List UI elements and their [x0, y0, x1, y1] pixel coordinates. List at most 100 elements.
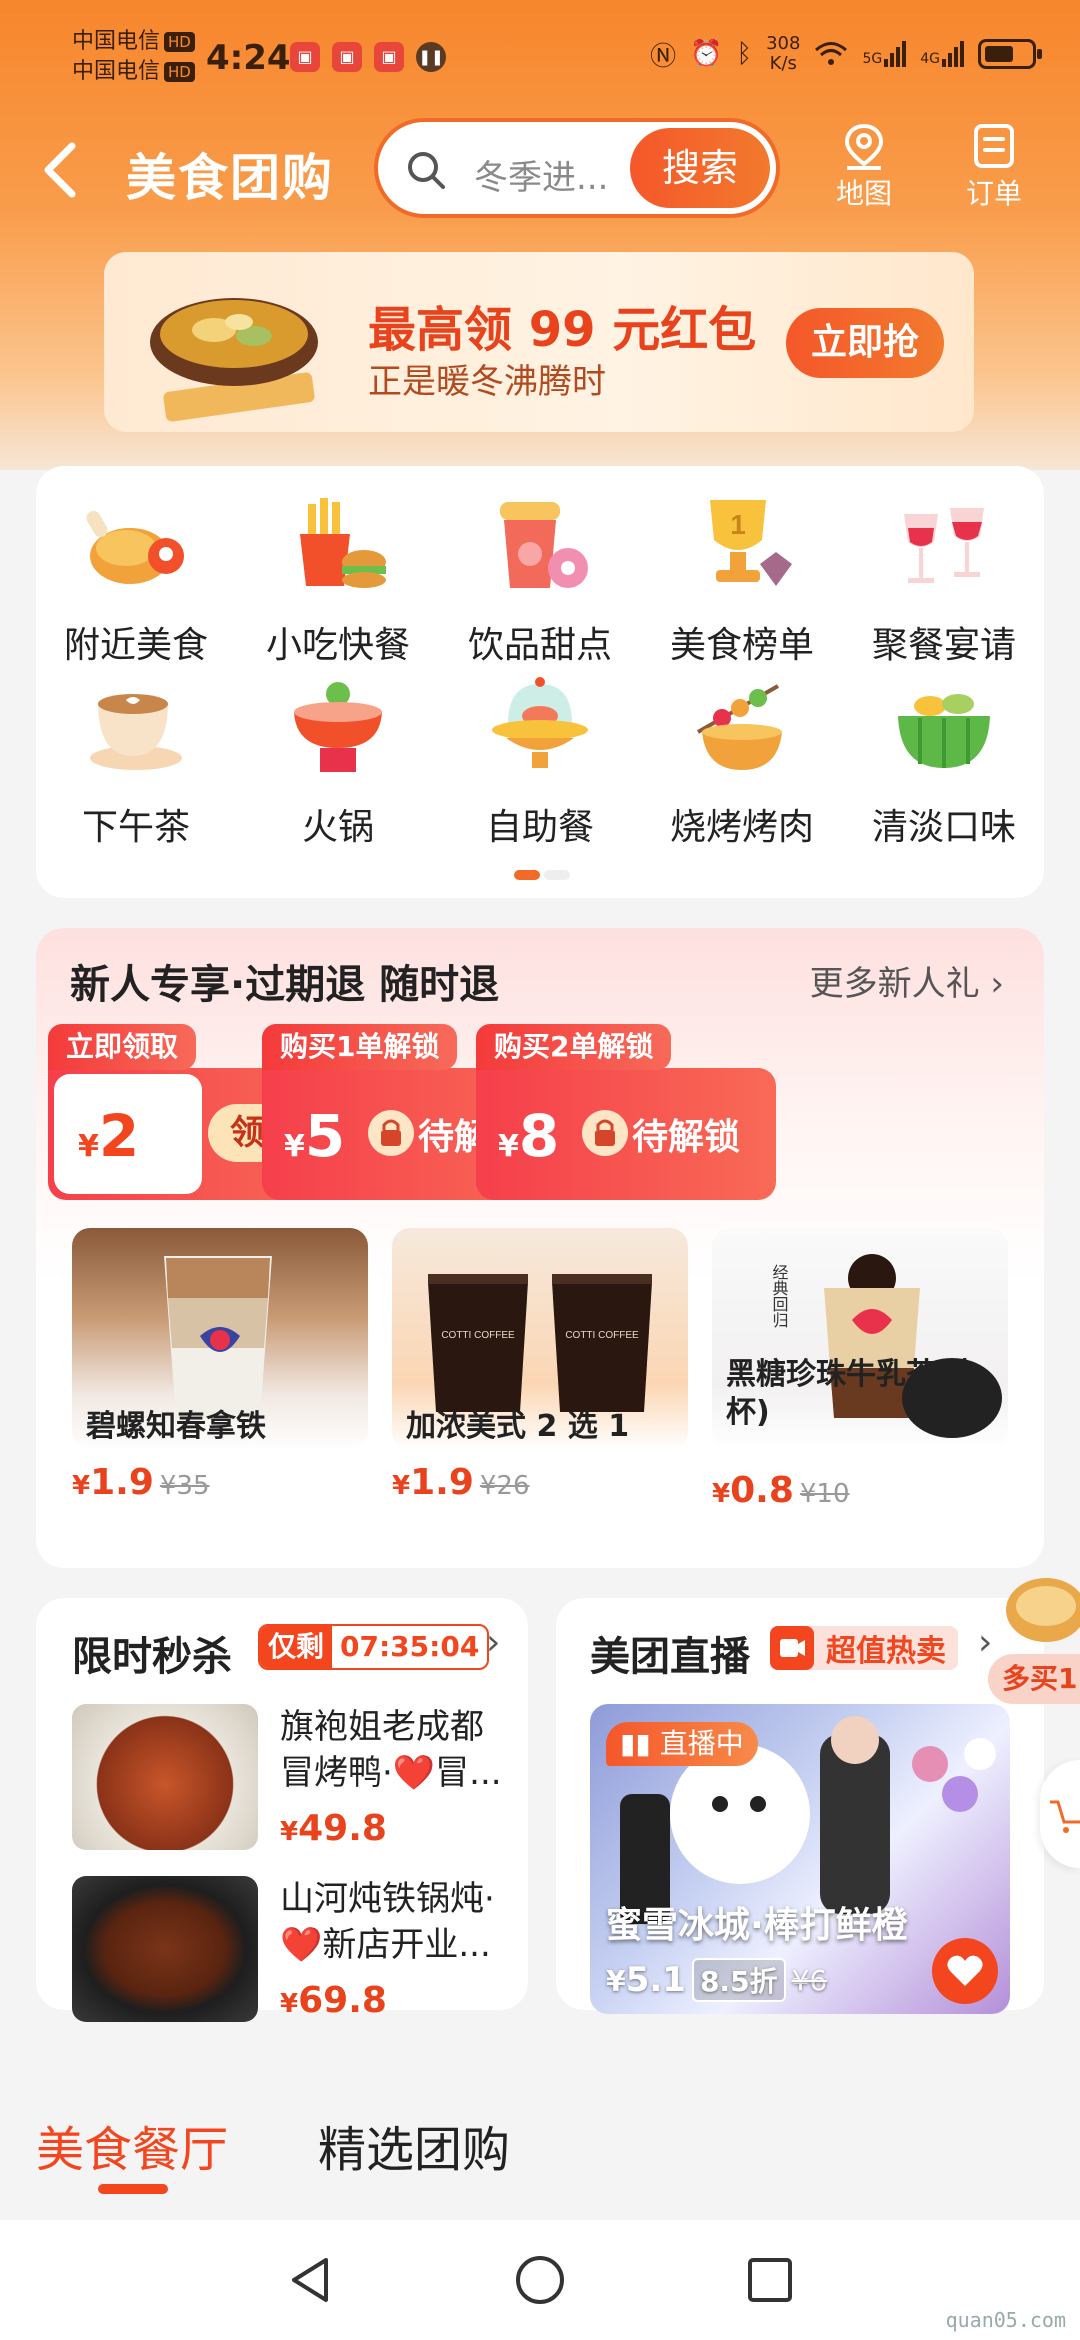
product-card[interactable]: 经典回归 黑糖珍珠牛乳茶(中杯) ¥0.8 ¥10 — [712, 1228, 1008, 1511]
hot-sale-label: 超值热卖 — [826, 1634, 946, 1669]
back-triangle-icon[interactable] — [282, 2252, 338, 2308]
hotpot-icon — [294, 682, 382, 772]
category-drinks-desserts[interactable]: 饮品甜点 — [450, 490, 630, 668]
page-title: 美食团购 — [126, 149, 334, 207]
product-price: ¥0.8 ¥10 — [712, 1470, 850, 1511]
newbie-section: 新人专享·过期退 随时退 更多新人礼 › ¥2 领取 立即领取 ››› ¥5 ¥… — [36, 928, 1044, 1568]
heart-icon — [947, 1955, 983, 1986]
product-card[interactable]: 碧螺知春拿铁 ¥1.9 ¥35 — [72, 1228, 368, 1503]
coupon-card-3[interactable]: ¥8 待解锁 购买2单解锁 — [476, 1024, 776, 1200]
carrier-2: 中国电信 HD — [72, 58, 195, 86]
search-button[interactable]: 搜索 — [630, 128, 770, 208]
banner-subtitle: 正是暖冬沸腾时 — [368, 362, 606, 402]
tab-restaurants[interactable]: 美食餐厅 — [36, 2110, 228, 2180]
category-snacks[interactable]: 小吃快餐 — [248, 490, 428, 668]
flash-item[interactable]: 旗袍姐老成都冒烤鸭·❤️冒... ¥49.8 — [72, 1704, 512, 1860]
bluetooth-icon: ᛒ — [736, 39, 753, 69]
search-bar[interactable]: 冬季进... 搜索 — [374, 118, 780, 218]
status-icons: Ⓝ ⏰ ᛒ 308 K/s 5G 4G — [650, 34, 1042, 74]
map-label: 地图 — [835, 177, 892, 210]
category-nearby-food[interactable]: 附近美食 — [46, 490, 226, 668]
back-button[interactable] — [40, 140, 80, 208]
order-list-icon — [974, 124, 1014, 168]
wine-glasses-icon — [904, 508, 984, 583]
chevron-right-icon: › — [990, 964, 1004, 1004]
live-badge: ▮▮ 直播中 — [606, 1722, 758, 1766]
product-card[interactable]: COTTI COFFEE COTTI COFFEE 加浓美式 2 选 1 ¥1.9… — [392, 1228, 688, 1503]
category-buffet[interactable]: 自助餐 — [450, 672, 630, 850]
category-banquet[interactable]: 聚餐宴请 — [854, 490, 1034, 668]
category-label: 美食榜单 — [669, 625, 814, 666]
live-stream-card[interactable]: 美团直播 超值热卖 › ▮▮ 直播中 蜜雪冰城·棒打鲜橙 ¥5.1 8.5折 ¥6 — [556, 1598, 1044, 2014]
product-image: 碧螺知春拿铁 — [72, 1228, 368, 1450]
recent-apps-icon[interactable] — [742, 2252, 798, 2308]
carrier-1: 中国电信 HD — [72, 28, 195, 56]
remain-label: 仅剩 — [260, 1626, 333, 1668]
product-image: COTTI COFFEE COTTI COFFEE 加浓美式 2 选 1 — [392, 1228, 688, 1450]
coffee-brand-text: COTTI COFFEE — [441, 1330, 515, 1341]
signal-5g-icon: 5G — [862, 41, 907, 67]
cart-float-button[interactable] — [1040, 1760, 1080, 1868]
wifi-icon — [815, 42, 848, 65]
category-bbq[interactable]: 烧烤烤肉 — [652, 672, 832, 850]
category-label: 火锅 — [301, 807, 374, 848]
clock: 4:24 — [206, 38, 291, 78]
map-button[interactable]: 地图 — [824, 122, 904, 212]
notification-icons: ▣ ▣ ▣ ❚❚ — [290, 42, 446, 72]
coupon-status: 待解锁 — [632, 1117, 741, 1158]
roast-duck-image — [72, 1704, 258, 1850]
live-video-icon — [770, 1626, 814, 1670]
product-price: ¥1.9 ¥35 — [72, 1462, 210, 1503]
flash-sale-card[interactable]: 限时秒杀 仅剩 07:35:04 › 旗袍姐老成都冒烤鸭·❤️冒... ¥49.8… — [36, 1598, 528, 2022]
category-label: 附近美食 — [63, 625, 208, 666]
home-circle-icon[interactable] — [512, 2252, 568, 2308]
category-label: 烧烤烤肉 — [669, 807, 814, 848]
search-input[interactable]: 冬季进... — [474, 150, 608, 199]
iron-pot-stew-image — [72, 1876, 258, 2022]
chevron-right-icon[interactable]: › — [486, 1622, 500, 1663]
category-light-taste[interactable]: 清淡口味 — [854, 672, 1034, 850]
product-name: 加浓美式 2 选 1 — [406, 1409, 630, 1444]
more-newbie-gifts-link[interactable]: 更多新人礼 › — [810, 956, 1004, 1005]
category-label: 清淡口味 — [871, 807, 1016, 848]
countdown-timer: 07:35:04 — [340, 1630, 480, 1663]
live-stream-preview[interactable]: ▮▮ 直播中 蜜雪冰城·棒打鲜橙 ¥5.1 8.5折 ¥6 — [590, 1704, 1010, 2014]
category-label: 自助餐 — [485, 807, 594, 848]
coupon-amount: ¥8 — [498, 1102, 560, 1170]
product-image: 经典回归 黑糖珍珠牛乳茶(中杯) — [712, 1228, 1008, 1450]
lock-icon — [582, 1110, 628, 1156]
like-button[interactable] — [932, 1938, 998, 2004]
category-rankings[interactable]: 1 美食榜单 — [652, 490, 832, 668]
coupon-tag: 购买1单解锁 — [262, 1024, 458, 1070]
flash-item-price: ¥49.8 — [280, 1808, 387, 1849]
buy-more-pill[interactable]: 多买1 — [988, 1654, 1080, 1704]
signal-4g-icon: 4G — [920, 41, 964, 67]
map-pin-icon — [844, 123, 884, 170]
roast-chicken-icon — [86, 510, 184, 584]
category-label: 小吃快餐 — [265, 625, 410, 666]
category-afternoon-tea[interactable]: 下午茶 — [46, 672, 226, 850]
flash-item[interactable]: 山河炖铁锅炖·❤️新店开业... ¥69.8 — [72, 1876, 512, 2032]
page-dot — [544, 870, 570, 880]
svg-text:1: 1 — [730, 509, 746, 540]
category-label: 下午茶 — [81, 807, 190, 848]
status-bar: 中国电信 HD 中国电信 HD 4:24 ▣ ▣ ▣ ❚❚ Ⓝ ⏰ ᛒ 308 K/s… — [0, 0, 1080, 120]
page-dot-active — [514, 870, 540, 880]
category-hotpot[interactable]: 火锅 — [248, 672, 428, 850]
flash-sale-title: 限时秒杀 — [72, 1634, 232, 1680]
product-name: 黑糖珍珠牛乳茶(中杯) — [726, 1357, 980, 1430]
flash-item-price: ¥69.8 — [280, 1980, 387, 2021]
orders-button[interactable]: 订单 — [954, 122, 1034, 212]
flash-item-name: 山河炖铁锅炖·❤️新店开业... — [280, 1879, 495, 1965]
nfc-icon: Ⓝ — [650, 41, 677, 72]
flash-item-name: 旗袍姐老成都冒烤鸭·❤️冒... — [280, 1707, 502, 1793]
coffee-brand-text: COTTI COFFEE — [565, 1330, 639, 1341]
app-notification-icon: ▣ — [290, 42, 320, 72]
grab-now-button[interactable]: 立即抢 — [786, 308, 944, 378]
promo-banner[interactable]: 最高领 99 元红包 正是暖冬沸腾时 立即抢 — [104, 252, 974, 432]
active-tab-indicator — [98, 2184, 168, 2194]
chevron-left-icon — [44, 142, 76, 198]
countdown-badge: 仅剩 07:35:04 — [258, 1624, 490, 1670]
tab-group-deals[interactable]: 精选团购 — [318, 2110, 510, 2180]
live-bars-icon: ▮▮ — [620, 1727, 660, 1760]
